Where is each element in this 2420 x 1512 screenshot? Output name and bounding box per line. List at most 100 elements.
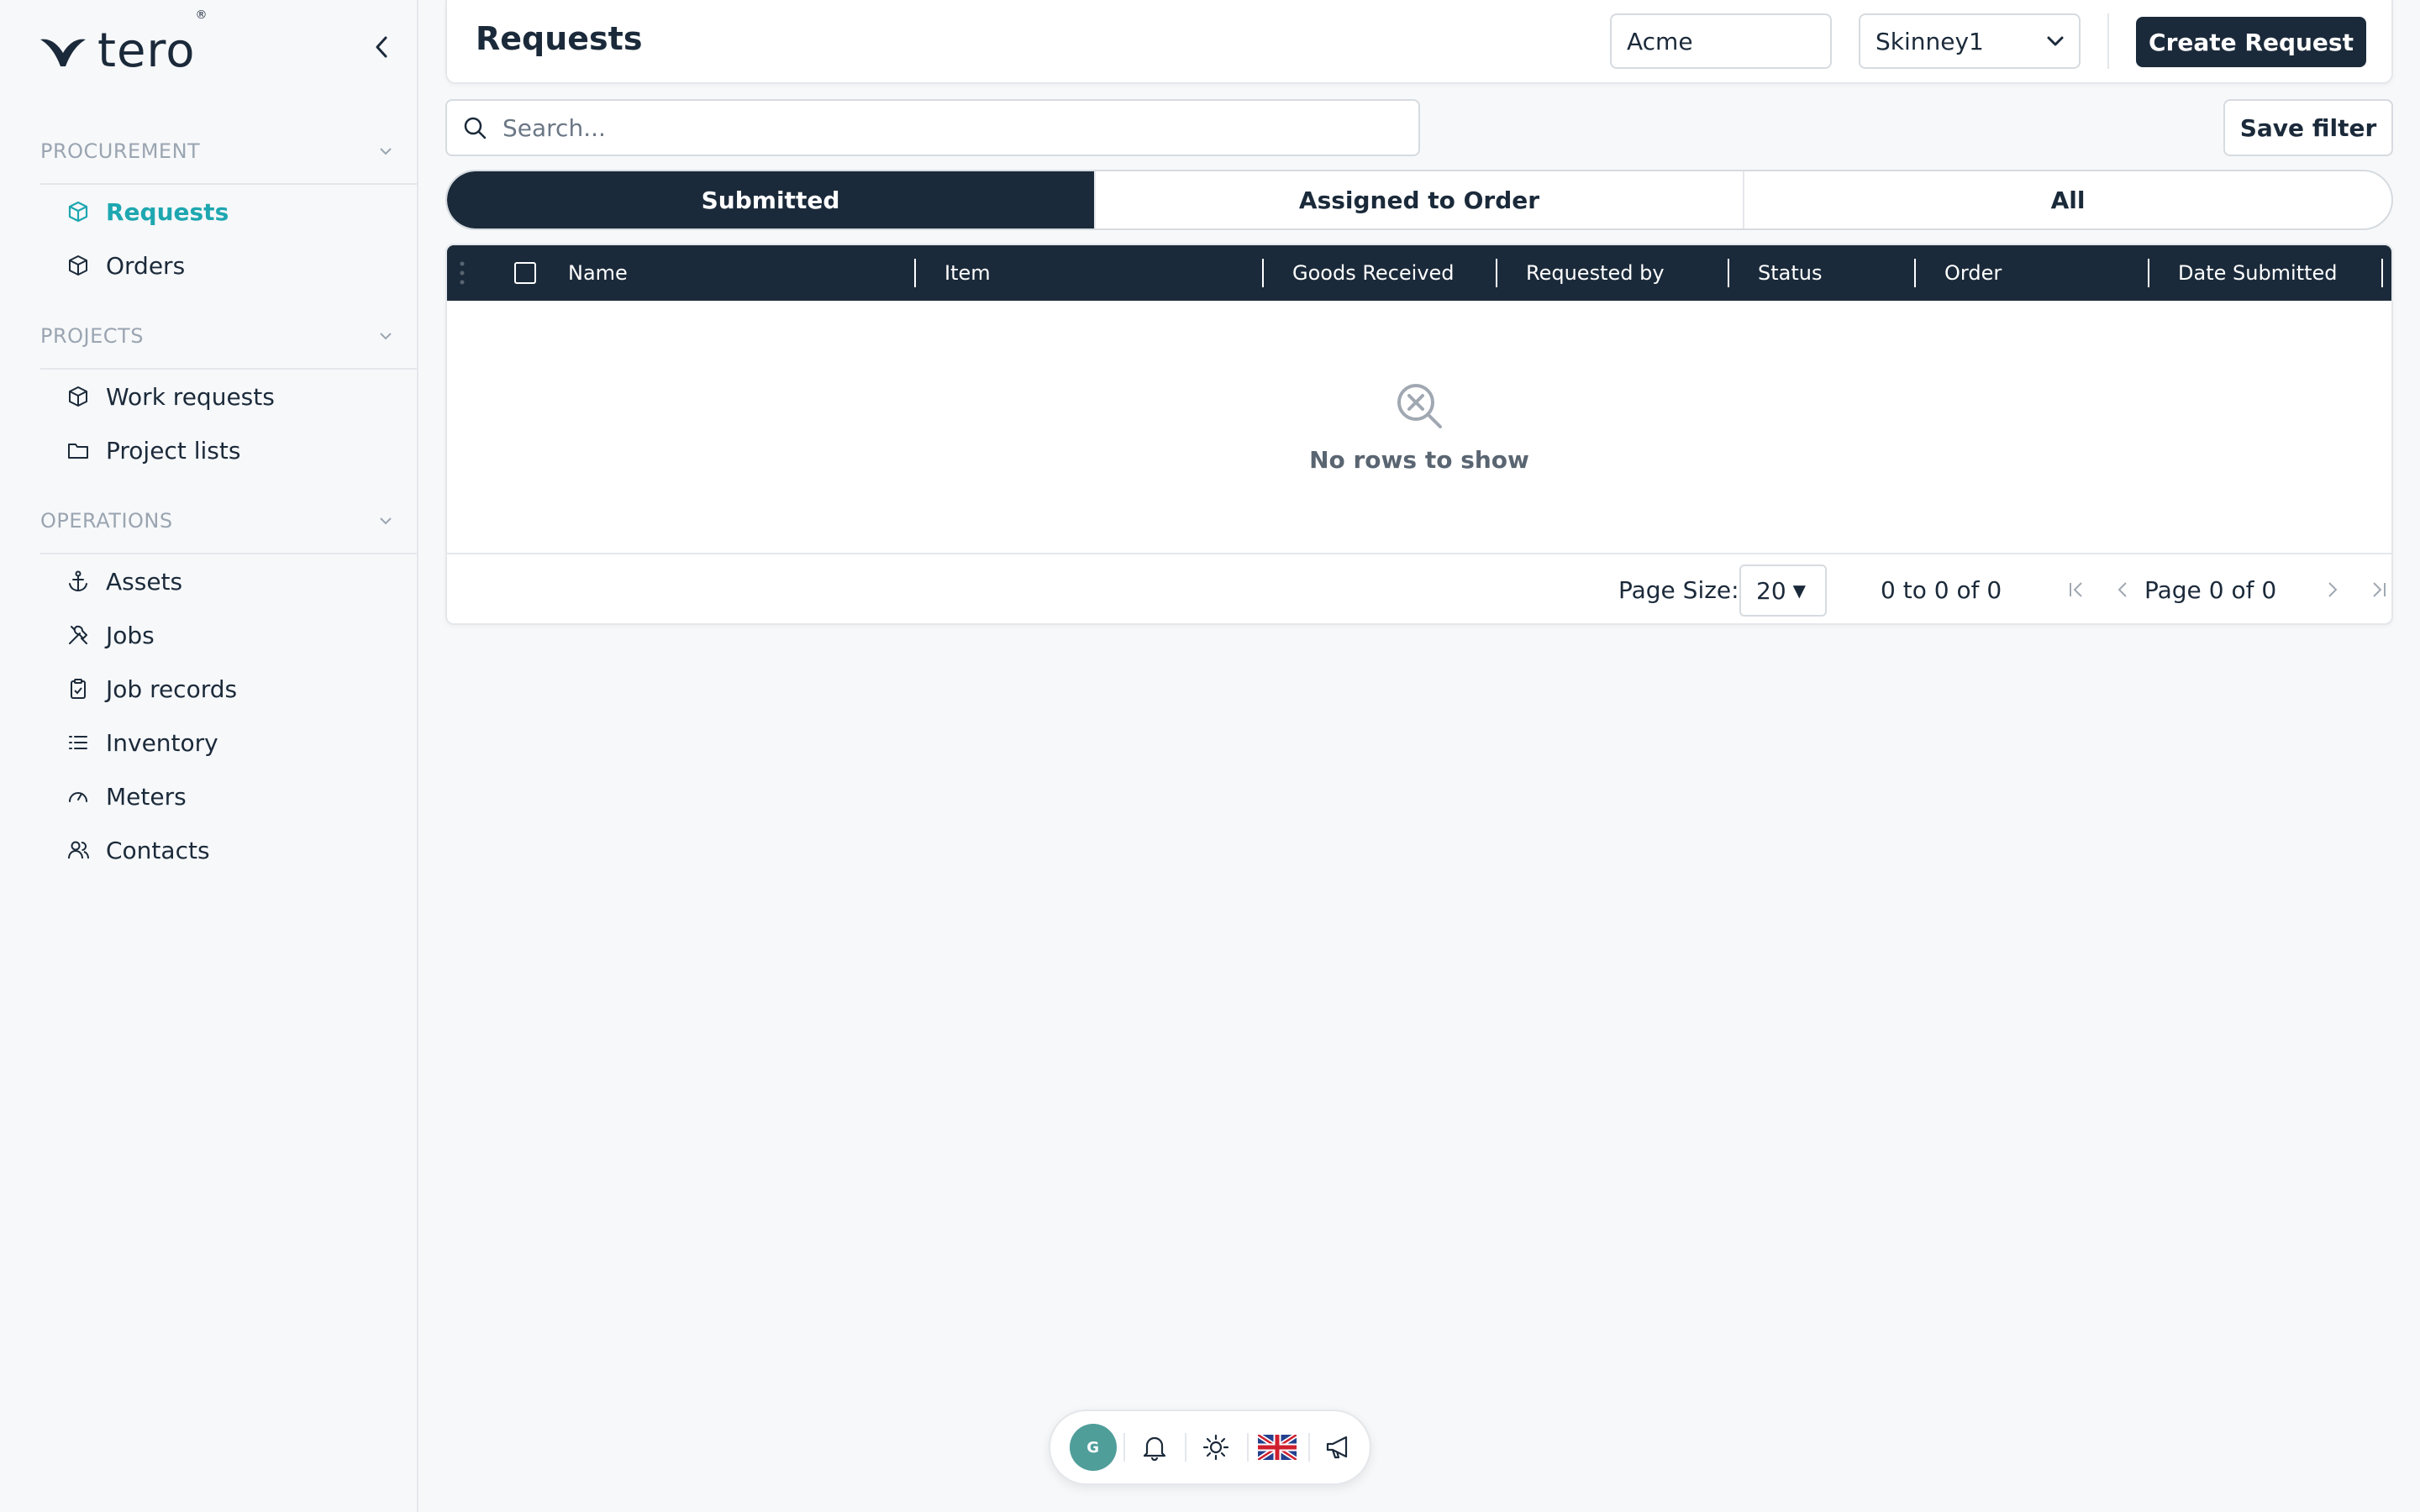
drag-handle-icon[interactable] <box>459 260 466 286</box>
create-request-button[interactable]: Create Request <box>2136 17 2366 67</box>
sidebar-item-label: Jobs <box>106 621 155 649</box>
section-title: OPERATIONS <box>40 509 173 533</box>
page-size-label: Page Size: <box>1618 576 1739 604</box>
column-resize-handle[interactable] <box>914 259 916 287</box>
column-header-requested-by[interactable]: Requested by <box>1526 245 1665 301</box>
uk-flag-icon <box>1258 1435 1297 1460</box>
column-header-date-submitted[interactable]: Date Submitted <box>2178 245 2338 301</box>
sidebar-item-label: Project lists <box>106 436 241 465</box>
avatar: G <box>1069 1424 1117 1471</box>
chevron-left-icon <box>2118 582 2127 597</box>
bell-icon <box>1143 1436 1165 1462</box>
tools-icon <box>66 622 91 648</box>
gauge-icon <box>66 784 91 809</box>
last-page-button[interactable] <box>2365 573 2391 606</box>
column-header-item[interactable]: Item <box>944 245 991 301</box>
search-input[interactable]: Search... <box>445 99 1420 156</box>
tero-logo-mark-icon <box>40 39 86 66</box>
anchor-icon <box>66 569 91 594</box>
tab-assigned-to-order[interactable]: Assigned to Order <box>1096 171 1744 228</box>
announcements-button[interactable] <box>1307 1416 1370 1478</box>
site-select[interactable]: Skinney1 <box>1859 13 2081 69</box>
column-resize-handle[interactable] <box>2148 259 2149 287</box>
select-all-checkbox[interactable] <box>514 262 536 284</box>
cube-icon <box>66 384 91 409</box>
company-input[interactable]: Acme <box>1610 13 1832 69</box>
page-size-value: 20 <box>1756 576 1786 605</box>
column-resize-handle[interactable] <box>1914 259 1916 287</box>
tab-bar: Submitted Assigned to Order All <box>445 170 2393 230</box>
notifications-button[interactable] <box>1123 1416 1185 1478</box>
users-icon <box>66 837 91 863</box>
tab-submitted[interactable]: Submitted <box>447 171 1096 228</box>
sidebar-item-work-requests[interactable]: Work requests <box>66 375 402 418</box>
empty-message: No rows to show <box>1309 445 1529 474</box>
search-icon <box>464 117 487 139</box>
collapse-sidebar-button[interactable] <box>366 30 397 64</box>
sidebar-item-label: Inventory <box>106 728 218 757</box>
sidebar-item-label: Work requests <box>106 382 275 411</box>
sidebar: tero® PROCUREMENT Requests Orders PROJEC… <box>0 0 418 1512</box>
sidebar-item-assets[interactable]: Assets <box>66 559 402 603</box>
column-header-order[interactable]: Order <box>1944 245 2002 301</box>
chevron-down-icon <box>380 148 392 155</box>
divider <box>40 553 418 554</box>
section-title: PROJECTS <box>40 324 144 348</box>
section-procurement[interactable]: PROCUREMENT <box>40 134 393 168</box>
tab-all[interactable]: All <box>1744 171 2391 228</box>
sidebar-item-label: Contacts <box>106 836 210 864</box>
column-resize-handle[interactable] <box>2381 259 2383 287</box>
cube-icon <box>66 253 91 278</box>
page-title: Requests <box>476 20 643 57</box>
tero-logo[interactable]: tero® <box>39 8 208 78</box>
column-resize-handle[interactable] <box>1728 259 1729 287</box>
chevron-down-icon <box>380 517 392 525</box>
sidebar-item-requests[interactable]: Requests <box>66 190 402 234</box>
site-value: Skinney1 <box>1876 27 1984 55</box>
row-range-text: 0 to 0 of 0 <box>1881 576 2002 604</box>
sidebar-item-label: Requests <box>106 197 229 226</box>
caret-down-icon: ▼ <box>1792 580 1807 601</box>
section-title: PROCUREMENT <box>40 139 201 163</box>
user-avatar-button[interactable]: G <box>1062 1416 1123 1478</box>
language-button[interactable] <box>1246 1416 1308 1478</box>
divider <box>2107 13 2109 69</box>
logo-wordmark: tero® <box>97 8 208 78</box>
sidebar-item-orders[interactable]: Orders <box>66 244 402 287</box>
theme-toggle-button[interactable] <box>1185 1416 1246 1478</box>
sidebar-item-project-lists[interactable]: Project lists <box>66 428 402 472</box>
column-resize-handle[interactable] <box>1496 259 1497 287</box>
divider <box>40 368 418 370</box>
company-value: Acme <box>1627 27 1693 55</box>
sidebar-item-jobs[interactable]: Jobs <box>66 613 402 657</box>
first-page-button[interactable] <box>2062 573 2091 606</box>
column-header-name[interactable]: Name <box>568 245 628 301</box>
table-header: Name Item Goods Received Requested by St… <box>447 245 2391 301</box>
sidebar-item-meters[interactable]: Meters <box>66 774 402 818</box>
page-size-select[interactable]: 20 ▼ <box>1739 564 1827 617</box>
chevron-left-icon <box>376 36 387 58</box>
list-icon <box>66 730 91 755</box>
previous-page-button[interactable] <box>2109 573 2138 606</box>
chevron-down-icon <box>380 333 392 340</box>
megaphone-icon <box>1327 1436 1348 1459</box>
chevron-down-icon <box>2047 36 2064 46</box>
sidebar-item-label: Assets <box>106 567 183 596</box>
chevron-right-icon <box>2328 582 2338 597</box>
sidebar-item-inventory[interactable]: Inventory <box>66 721 402 764</box>
sidebar-item-job-records[interactable]: Job records <box>66 667 402 711</box>
sidebar-item-label: Job records <box>106 675 238 703</box>
column-header-status[interactable]: Status <box>1758 245 1822 301</box>
divider <box>40 183 418 185</box>
column-header-goods-received[interactable]: Goods Received <box>1292 245 1455 301</box>
pagination-bar: Page Size: 20 ▼ 0 to 0 of 0 Page 0 of 0 <box>447 553 2391 623</box>
section-operations[interactable]: OPERATIONS <box>40 504 393 538</box>
column-resize-handle[interactable] <box>1262 259 1264 287</box>
sidebar-item-contacts[interactable]: Contacts <box>66 828 402 872</box>
save-filter-button[interactable]: Save filter <box>2223 99 2393 156</box>
page-indicator: Page 0 of 0 <box>2144 576 2277 604</box>
section-projects[interactable]: PROJECTS <box>40 319 393 353</box>
empty-state: No rows to show <box>447 301 2391 553</box>
next-page-button[interactable] <box>2317 573 2346 606</box>
requests-table: Name Item Goods Received Requested by St… <box>445 244 2393 625</box>
